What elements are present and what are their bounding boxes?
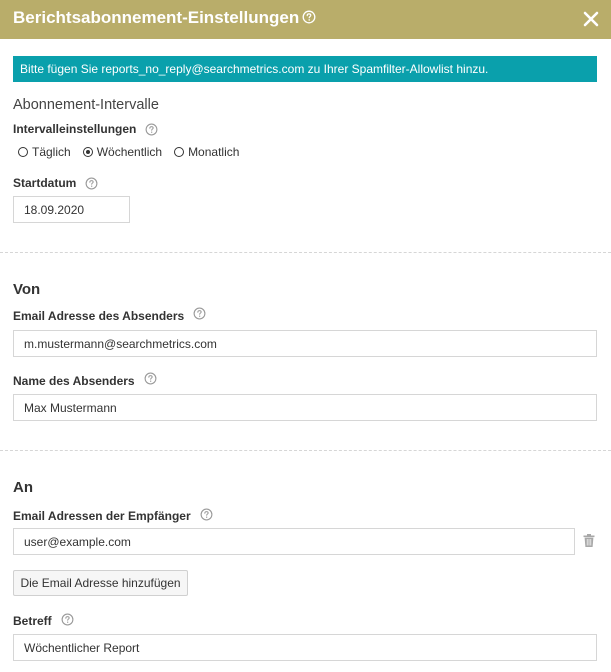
radio-monthly-circle[interactable] [174, 147, 185, 157]
trash-icon[interactable] [583, 534, 595, 547]
help-icon[interactable] [144, 372, 157, 385]
recipients-label: Email Adressen der Empfänger [13, 508, 213, 523]
radio-daily-label: Täglich [32, 145, 71, 159]
sender-name-label-text: Name des Absenders [13, 374, 135, 388]
sender-name-label: Name des Absenders [13, 372, 157, 388]
section-divider [0, 450, 611, 451]
radio-monthly[interactable]: Monatlich [174, 145, 239, 159]
dialog-header: Berichtsabonnement-Einstellungen [0, 0, 611, 39]
interval-settings-label-text: Intervalleinstellungen [13, 122, 137, 136]
to-section-title: An [13, 479, 33, 496]
help-icon[interactable] [61, 613, 74, 626]
subject-label-text: Betreff [13, 614, 52, 628]
help-icon[interactable] [85, 177, 98, 190]
section-divider [0, 252, 611, 253]
interval-radio-group: Täglich Wöchentlich Monatlich [18, 145, 251, 159]
radio-weekly[interactable]: Wöchentlich [82, 145, 163, 159]
help-circle-icon[interactable] [302, 10, 316, 24]
radio-monthly-label: Monatlich [188, 145, 240, 159]
sender-name-input[interactable] [13, 394, 597, 421]
start-date-label: Startdatum [13, 176, 98, 190]
radio-weekly-label: Wöchentlich [96, 145, 163, 159]
start-date-label-text: Startdatum [13, 176, 77, 190]
radio-daily-circle[interactable] [18, 147, 28, 157]
interval-settings-label: Intervalleinstellungen [13, 122, 158, 136]
subject-input[interactable] [13, 634, 597, 661]
sender-email-label: Email Adresse des Absenders [13, 307, 206, 323]
radio-weekly-circle[interactable] [82, 147, 93, 157]
help-icon[interactable] [145, 123, 158, 136]
help-icon[interactable] [200, 508, 213, 521]
recipient-email-input[interactable] [13, 528, 575, 555]
start-date-input[interactable] [13, 196, 130, 223]
radio-daily[interactable]: Täglich [18, 145, 71, 159]
help-icon[interactable] [193, 307, 206, 320]
sender-email-label-text: Email Adresse des Absenders [13, 309, 185, 323]
dialog-title: Berichtsabonnement-Einstellungen [13, 8, 300, 27]
interval-section-title: Abonnement-Intervalle [13, 97, 159, 113]
close-icon[interactable] [580, 8, 602, 30]
sender-email-input[interactable] [13, 330, 597, 357]
recipients-label-text: Email Adressen der Empfänger [13, 509, 191, 523]
from-section-title: Von [13, 281, 41, 298]
allowlist-info-banner: Bitte fügen Sie reports_no_reply@searchm… [13, 56, 597, 82]
add-email-button[interactable]: Die Email Adresse hinzufügen [13, 570, 188, 596]
subject-label: Betreff [13, 613, 74, 628]
